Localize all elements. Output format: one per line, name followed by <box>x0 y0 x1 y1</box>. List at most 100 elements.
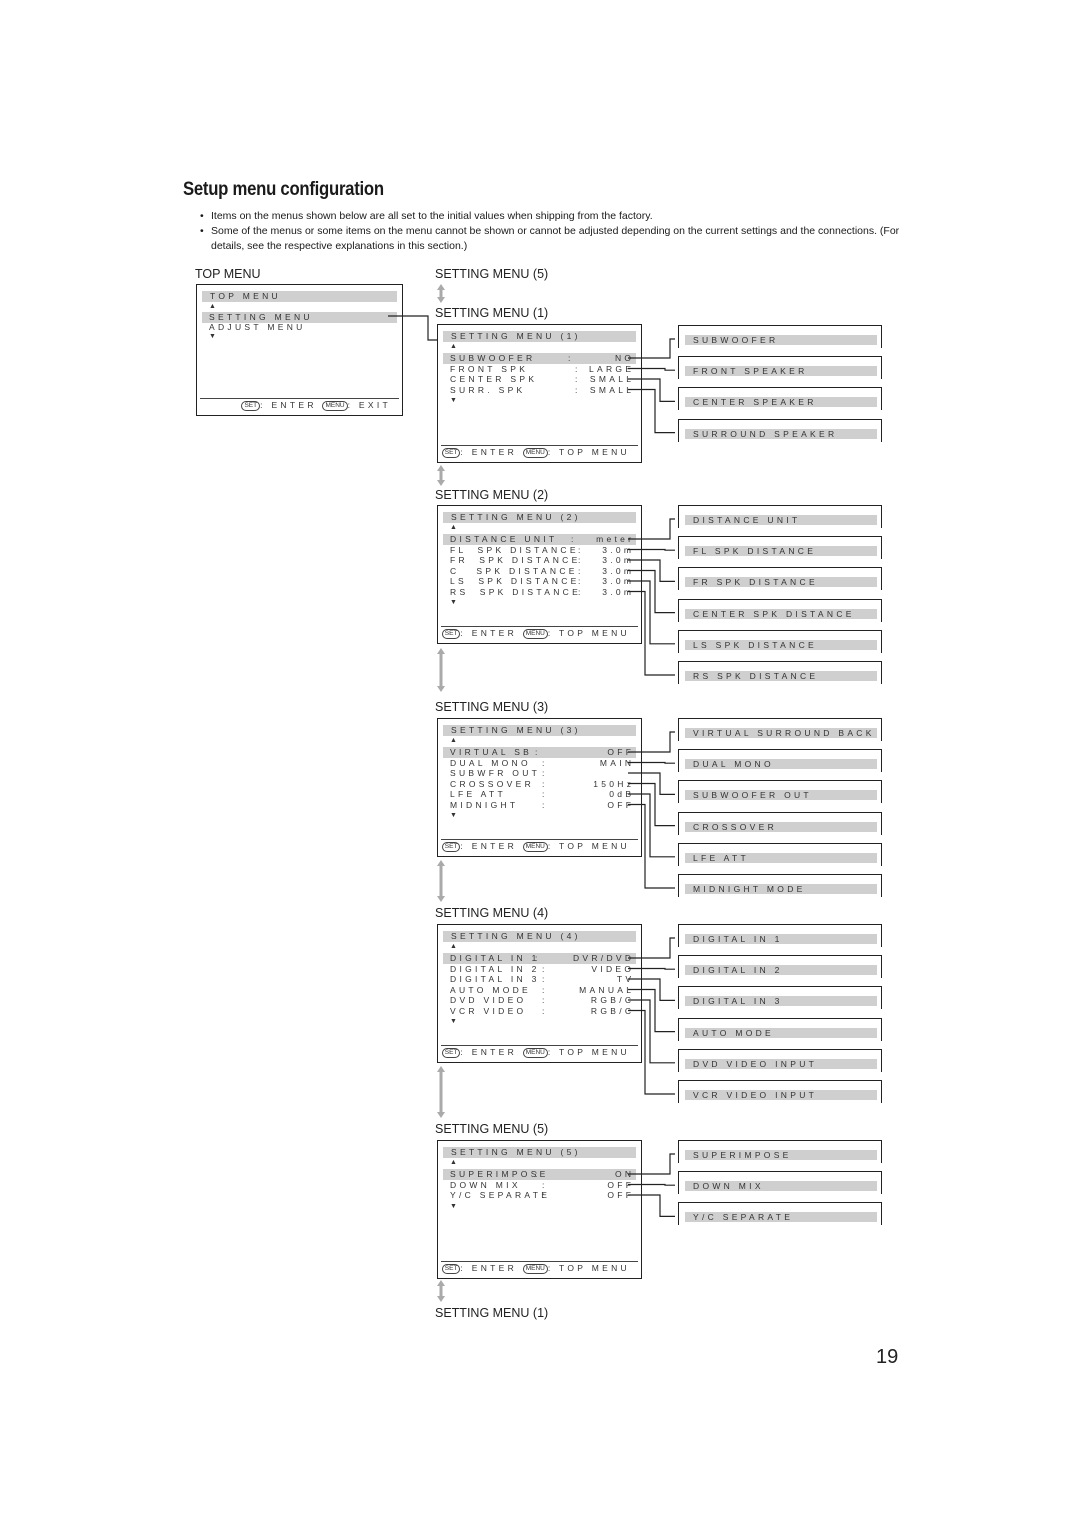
navigation-arrow-icon <box>437 1066 445 1118</box>
submenu-box[interactable]: VCR VIDEO INPUT <box>678 1080 882 1103</box>
menu-item-label: SUPERIMPOSE <box>450 1169 549 1179</box>
submenu-box[interactable]: LFE ATT <box>678 842 882 866</box>
menu-item-value: SMALL <box>589 384 635 395</box>
submenu-box[interactable]: DIGITAL IN 3 <box>678 986 882 1010</box>
submenu-box[interactable]: SURROUND SPEAKER <box>678 418 882 442</box>
menu-item[interactable]: VCR VIDEO: RGB/C <box>450 1006 631 1017</box>
menu-item[interactable]: SURR. SPK: SMALL <box>450 385 631 396</box>
submenu-box[interactable]: RS SPK DISTANCE <box>678 661 882 684</box>
menu-item[interactable]: DVD VIDEO: RGB/C <box>450 995 631 1006</box>
colon-separator: : <box>578 576 584 586</box>
menu-item[interactable]: VIRTUAL SB: OFF <box>443 747 636 758</box>
submenu-box[interactable]: CENTER SPK DISTANCE <box>678 598 882 622</box>
submenu-box[interactable]: MIDNIGHT MODE <box>678 874 882 897</box>
menu-item-label: LS SPK DISTANCE <box>450 576 580 586</box>
menu-item[interactable]: DIGITAL IN 1: DVR/DVD <box>443 953 636 964</box>
menu-item[interactable]: LFE ATT:0dB <box>450 789 631 800</box>
submenu-box[interactable]: DIGITAL IN 1 <box>678 924 882 947</box>
submenu-box[interactable]: Y/C SEPARATE <box>678 1202 882 1226</box>
menu-item-label: MIDNIGHT <box>450 799 519 810</box>
menu-item[interactable]: LS SPK DISTANCE:3.0m <box>450 576 631 587</box>
top-menu-item-adjust[interactable]: ADJUST MENU <box>209 322 392 333</box>
menu-item-label: CROSSOVER <box>450 778 535 789</box>
menu-header: SETTING MENU (5) <box>443 1147 636 1158</box>
scroll-down-icon: ▼ <box>450 812 457 819</box>
top-menu-label: : TOP MENU <box>547 841 630 851</box>
colon-separator: : <box>578 544 584 555</box>
top-menu-footer: SET: ENTER MENU: EXIT <box>200 398 399 411</box>
submenu-box[interactable]: AUTO MODE <box>678 1017 882 1041</box>
menu-item-value: NO <box>614 353 635 363</box>
menu-item-label: DIGITAL IN 1 <box>450 953 540 963</box>
top-menu-caption: TOP MENU <box>195 267 261 281</box>
navigation-arrow-icon <box>437 860 445 902</box>
submenu-label: MIDNIGHT MODE <box>685 884 877 894</box>
colon-separator: : <box>542 789 548 799</box>
menu-item[interactable]: FL SPK DISTANCE:3.0m <box>450 545 631 556</box>
set-button-icon: SET <box>441 448 461 458</box>
menu-item[interactable]: MIDNIGHT: OFF <box>450 800 631 811</box>
scroll-up-icon: ▲ <box>450 737 457 744</box>
submenu-label: CENTER SPEAKER <box>685 397 877 408</box>
submenu-box[interactable]: FL SPK DISTANCE <box>678 536 882 560</box>
submenu-box[interactable]: SUBWOOFER OUT <box>678 780 882 804</box>
menu-item-label: FL SPK DISTANCE <box>450 544 579 555</box>
menu-item-label: DOWN MIX <box>450 1179 521 1190</box>
setting-menu-3-screen: SETTING MENU (3) ▲ VIRTUAL SB: OFF DUAL MONO… <box>437 718 642 857</box>
menu-item[interactable]: DUAL MONO: MAIN <box>450 758 631 769</box>
menu-item-value: OFF <box>607 1179 635 1190</box>
menu-item[interactable]: DIGITAL IN 2: VIDEO <box>450 964 631 975</box>
submenu-box[interactable]: VIRTUAL SURROUND BACK <box>678 718 882 741</box>
menu-item-label: DIGITAL IN 3 <box>450 974 540 984</box>
submenu-box[interactable]: LS SPK DISTANCE <box>678 629 882 653</box>
colon-separator: : <box>542 1005 548 1016</box>
menu-item-label: Y/C SEPARATE <box>450 1190 551 1200</box>
colon-separator: : <box>535 953 541 963</box>
menu-item[interactable]: SUBWFR OUT: <box>450 768 631 779</box>
menu-button-icon: MENU <box>322 401 348 411</box>
menu-item[interactable]: C SPK DISTANCE:3.0m <box>450 566 631 577</box>
menu-item[interactable]: DISTANCE UNIT: meter <box>443 534 636 545</box>
menu-item[interactable]: Y/C SEPARATE: OFF <box>450 1190 631 1201</box>
caption-setting-menu-3: SETTING MENU (3) <box>435 700 549 714</box>
note-item: Some of the menus or some items on the m… <box>200 224 900 254</box>
menu-item[interactable]: FRONT SPK: LARGE <box>450 364 631 375</box>
submenu-label: CROSSOVER <box>685 821 877 832</box>
submenu-box[interactable]: DOWN MIX <box>678 1171 882 1195</box>
submenu-box[interactable]: DUAL MONO <box>678 749 882 773</box>
top-menu-item-setting[interactable]: SETTING MENU <box>202 312 397 323</box>
menu-item[interactable]: RS SPK DISTANCE:3.0m <box>450 587 631 598</box>
scroll-down-icon: ▼ <box>209 333 216 340</box>
menu-item[interactable]: FR SPK DISTANCE:3.0m <box>450 555 631 566</box>
submenu-box[interactable]: DISTANCE UNIT <box>678 505 882 528</box>
menu-item-label: VCR VIDEO <box>450 1005 527 1016</box>
menu-item-label: AUTO MODE <box>450 984 532 995</box>
menu-item[interactable]: CROSSOVER:150Hz <box>450 779 631 790</box>
menu-item-label: LFE ATT <box>450 789 507 799</box>
submenu-box[interactable]: SUBWOOFER <box>678 325 882 348</box>
item-label: ADJUST MENU <box>209 322 306 332</box>
submenu-box[interactable]: CROSSOVER <box>678 811 882 835</box>
colon-separator: : <box>542 768 548 778</box>
menu-item-label: FR SPK DISTANCE <box>450 555 581 565</box>
submenu-box[interactable]: FR SPK DISTANCE <box>678 567 882 591</box>
menu-item[interactable]: AUTO MODE: MANUAL <box>450 985 631 996</box>
menu-item[interactable]: SUPERIMPOSE: ON <box>443 1169 636 1180</box>
menu-item[interactable]: DIGITAL IN 3: TV <box>450 974 631 985</box>
menu-item[interactable]: SUBWOOFER: NO <box>443 353 636 364</box>
submenu-label: AUTO MODE <box>685 1027 877 1038</box>
menu-footer: SET: ENTER MENU: TOP MENU <box>441 1261 638 1274</box>
submenu-box[interactable]: FRONT SPEAKER <box>678 356 882 380</box>
submenu-box[interactable]: DIGITAL IN 2 <box>678 955 882 979</box>
menu-item[interactable]: CENTER SPK: SMALL <box>450 374 631 385</box>
menu-item-label: C SPK DISTANCE <box>450 565 578 576</box>
menu-item-value: meter <box>596 534 635 544</box>
colon-separator: : <box>542 778 548 789</box>
navigation-arrow-icon <box>437 465 445 486</box>
submenu-box[interactable]: CENTER SPEAKER <box>678 387 882 411</box>
submenu-box[interactable]: SUPERIMPOSE <box>678 1140 882 1163</box>
enter-label: : ENTER <box>460 1047 518 1057</box>
submenu-box[interactable]: DVD VIDEO INPUT <box>678 1048 882 1072</box>
submenu-label: SUBWOOFER OUT <box>685 790 877 801</box>
menu-item[interactable]: DOWN MIX: OFF <box>450 1180 631 1191</box>
